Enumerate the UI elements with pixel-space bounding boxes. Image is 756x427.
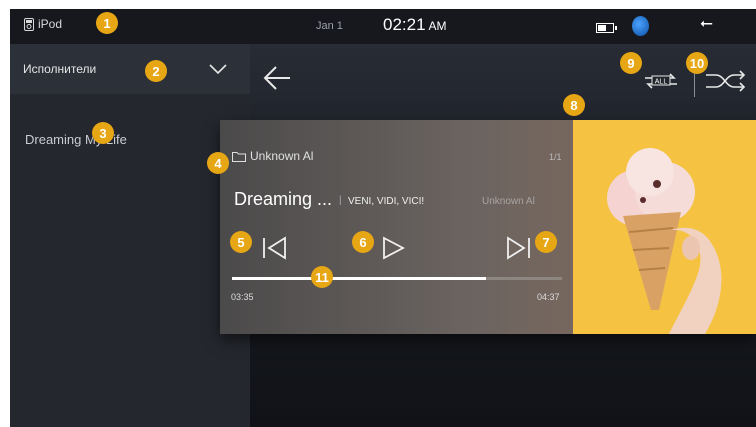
artist-name: Unknown Al (482, 196, 535, 207)
now-playing-card: Unknown Al 1/1 Dreaming ... | VENI, VIDI… (220, 120, 756, 334)
chevron-down-icon[interactable] (209, 64, 227, 74)
back-arrow-icon[interactable] (262, 63, 292, 93)
bluetooth-icon (632, 16, 649, 36)
total-time: 04:37 (537, 292, 560, 302)
battery-icon (596, 23, 617, 33)
folder-icon (232, 151, 246, 162)
status-time: 02:21 AM (383, 15, 447, 35)
folder-name: Unknown Al (250, 149, 314, 163)
album-art-image (573, 120, 756, 334)
track-index: 1/1 (549, 152, 562, 162)
source-label: iPod (38, 17, 63, 31)
callout-badge: 1 (96, 12, 118, 34)
sidebar: Исполнители Dreaming My Life (10, 44, 250, 427)
callout-badge: 11 (311, 266, 333, 288)
shuffle-icon[interactable] (704, 67, 746, 95)
repeat-all-icon[interactable]: ALL (641, 69, 681, 93)
status-bar: iPod Jan 1 02:21 AM ⭠ (10, 9, 756, 44)
callout-badge: 10 (686, 52, 708, 74)
callout-badge: 7 (535, 231, 557, 253)
callout-badge: 3 (92, 122, 114, 144)
callout-badge: 9 (620, 52, 642, 74)
elapsed-time: 03:35 (231, 292, 254, 302)
progress-fill (232, 277, 487, 280)
category-label: Исполнители (23, 62, 97, 76)
usb-icon: ⭠ (700, 15, 713, 32)
previous-track-icon[interactable] (261, 235, 287, 261)
clock-time: 02:21 (383, 15, 426, 34)
status-date: Jan 1 (316, 20, 343, 32)
clock-ampm: AM (428, 19, 447, 33)
source-indicator: iPod (24, 17, 62, 31)
progress-bar[interactable] (232, 277, 562, 280)
track-title: Dreaming ... (234, 189, 333, 209)
callout-badge: 4 (207, 152, 229, 174)
callout-badge: 8 (563, 94, 585, 116)
callout-badge: 6 (352, 231, 374, 253)
repeat-mode-label: ALL (655, 79, 668, 86)
next-track-icon[interactable] (506, 235, 532, 261)
ipod-icon (24, 17, 34, 31)
album-name: VENI, VIDI, VICI! (348, 196, 425, 207)
callout-badge: 2 (145, 60, 167, 82)
play-icon[interactable] (380, 235, 406, 261)
folder-row: Unknown Al (232, 149, 313, 163)
album-art (573, 120, 756, 334)
category-dropdown[interactable]: Исполнители (10, 44, 250, 94)
title-separator: | (339, 195, 342, 206)
screen: iPod Jan 1 02:21 AM ⭠ Исполнители Dreamin… (10, 9, 756, 427)
callout-badge: 5 (230, 231, 252, 253)
